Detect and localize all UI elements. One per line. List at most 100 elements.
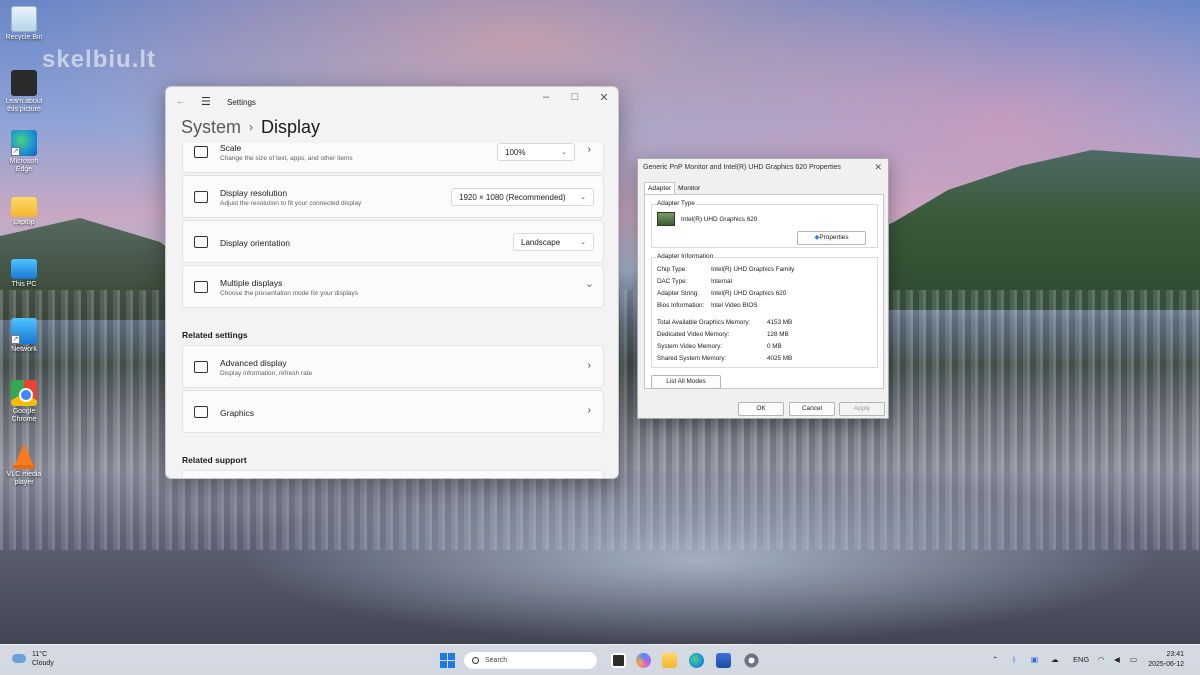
edge-icon[interactable] xyxy=(689,653,704,668)
desktop-icon-recycle-bin[interactable]: Recycle Bin xyxy=(2,6,46,42)
adapter-properties-button[interactable]: ◆Properties xyxy=(797,231,866,245)
chevron-up-icon[interactable]: ⌃ xyxy=(992,655,998,664)
dropdown-value: Landscape xyxy=(521,238,561,247)
memory-row: Shared System Memory: 4025 MB xyxy=(657,355,792,362)
tab-adapter[interactable]: Adapter xyxy=(644,182,676,194)
desktop-icon-label: Laptop xyxy=(13,219,35,226)
setting-display-resolution: Display resolution Adjust the resolution… xyxy=(182,175,604,218)
settings-titlebar: ← ☰ Settings – □ ✕ xyxy=(166,87,618,115)
resolution-icon xyxy=(194,191,208,203)
memory-key: Shared System Memory: xyxy=(657,355,727,362)
volume-icon[interactable]: ◀ xyxy=(1114,655,1120,664)
folder-icon xyxy=(11,197,37,217)
setting-display-orientation: Display orientation Landscape ⌄ xyxy=(182,220,604,263)
language-indicator[interactable]: ENG xyxy=(1073,655,1089,664)
desktop-icon-chrome[interactable]: Google Chrome xyxy=(2,380,46,424)
orientation-icon xyxy=(194,236,208,248)
related-settings-heading: Related settings xyxy=(182,330,248,340)
back-arrow-icon[interactable]: ← xyxy=(176,96,186,107)
group-label: Adapter Type xyxy=(656,200,696,207)
monitor-icon xyxy=(11,259,37,279)
list-all-modes-button[interactable]: List All Modes xyxy=(651,375,721,389)
related-support-card[interactable] xyxy=(182,470,604,478)
breadcrumb-system[interactable]: System xyxy=(181,117,241,137)
info-row: Bios Information: Intel Video BIOS xyxy=(657,302,757,309)
scale-icon xyxy=(194,146,208,158)
settings-gear-icon[interactable] xyxy=(744,653,759,668)
desktop-icon-label: Recycle Bin xyxy=(5,34,43,41)
minimize-button[interactable]: – xyxy=(532,91,560,103)
memory-key: System Video Memory: xyxy=(657,343,722,350)
close-icon[interactable]: ✕ xyxy=(874,162,882,173)
setting-title: Graphics xyxy=(220,408,255,418)
copilot-icon[interactable] xyxy=(636,653,651,668)
setting-subtitle: Adjust the resolution to fit your connec… xyxy=(220,200,362,207)
tab-monitor[interactable]: Monitor xyxy=(675,183,703,194)
battery-icon[interactable]: ▭ xyxy=(1130,655,1137,664)
desktop-icon-edge[interactable]: ↗ Microsoft Edge xyxy=(2,130,46,174)
desktop-icon-learn-about-picture[interactable]: Learn about this picture xyxy=(2,70,46,114)
chevron-down-icon: ⌄ xyxy=(580,239,586,246)
store-icon[interactable] xyxy=(716,653,731,668)
desktop-icon-network[interactable]: ↗ Network xyxy=(2,318,46,354)
chevron-right-icon[interactable]: › xyxy=(588,144,591,155)
graphics-icon xyxy=(194,406,208,418)
wifi-icon[interactable]: ◠ xyxy=(1098,655,1105,664)
info-key: DAC Type: xyxy=(657,278,688,285)
hamburger-menu-icon[interactable]: ☰ xyxy=(201,95,211,108)
setting-graphics[interactable]: Graphics › xyxy=(182,390,604,433)
ok-button[interactable]: OK xyxy=(738,402,784,416)
memory-row: System Video Memory: 0 MB xyxy=(657,343,782,350)
setting-multiple-displays[interactable]: Multiple displays Choose the presentatio… xyxy=(182,265,604,308)
info-value: Intel(R) UHD Graphics Family xyxy=(711,266,795,273)
resolution-dropdown[interactable]: 1920 × 1080 (Recommended) ⌄ xyxy=(451,188,594,206)
search-placeholder: Search xyxy=(485,657,508,664)
chevron-down-icon[interactable]: › xyxy=(584,284,595,287)
setting-title: Scale xyxy=(220,143,242,153)
cancel-button[interactable]: Cancel xyxy=(789,402,835,416)
memory-value: 128 MB xyxy=(767,331,789,338)
watermark: skelbiu.lt xyxy=(42,46,157,73)
cloud-sync-icon[interactable]: ☁ xyxy=(1051,655,1059,664)
info-value: Internal xyxy=(711,278,733,285)
desktop-icon-vlc[interactable]: VLC media player xyxy=(2,443,46,487)
task-view-icon[interactable] xyxy=(611,653,626,668)
wallpaper-water xyxy=(0,470,1200,645)
chevron-down-icon: ⌄ xyxy=(561,149,567,156)
file-explorer-icon[interactable] xyxy=(662,653,677,668)
desktop-icon-laptop[interactable]: Laptop xyxy=(2,193,46,227)
setting-advanced-display[interactable]: Advanced display Display information, re… xyxy=(182,345,604,388)
scale-dropdown[interactable]: 100% ⌄ xyxy=(497,143,575,161)
adapter-info-group: Adapter Information Chip Type: Intel(R) U… xyxy=(651,253,878,368)
taskbar-search[interactable]: Search xyxy=(463,651,598,670)
info-row: DAC Type: Internal xyxy=(657,278,732,285)
adapter-properties-dialog: Generic PnP Monitor and Intel(R) UHD Gra… xyxy=(637,158,889,419)
windows-logo-icon xyxy=(440,653,447,660)
word-icon[interactable]: ▣ xyxy=(1031,655,1038,664)
start-button[interactable] xyxy=(440,653,455,668)
dialog-tabs: Adapter Monitor xyxy=(644,182,703,194)
close-button[interactable]: ✕ xyxy=(590,91,618,104)
clock-time: 23:41 xyxy=(1166,651,1184,658)
desktop-icon-this-pc[interactable]: This PC xyxy=(2,255,46,289)
setting-title: Display orientation xyxy=(220,238,290,248)
apply-button[interactable]: Apply xyxy=(839,402,885,416)
info-value: Intel Video BIOS xyxy=(711,302,758,309)
bluetooth-icon[interactable]: ᛒ xyxy=(1012,655,1017,664)
clock[interactable]: 23:41 2025-06-12 xyxy=(1148,650,1184,670)
setting-subtitle: Change the size of text, apps, and other… xyxy=(220,155,353,162)
maximize-button[interactable]: □ xyxy=(561,91,589,103)
desktop-icon-label: Microsoft Edge xyxy=(9,158,39,173)
group-label: Adapter Information xyxy=(656,253,715,260)
settings-content: Scale Change the size of text, apps, and… xyxy=(166,143,618,478)
dropdown-value: 1920 × 1080 (Recommended) xyxy=(459,193,566,202)
adapter-type-group: Adapter Type Intel(R) UHD Graphics 620 ◆… xyxy=(651,200,878,248)
dialog-title: Generic PnP Monitor and Intel(R) UHD Gra… xyxy=(643,164,841,171)
monitor-icon xyxy=(194,361,208,373)
weather-temperature: 11°C xyxy=(32,651,48,658)
setting-scale[interactable]: Scale Change the size of text, apps, and… xyxy=(182,143,604,173)
shortcut-arrow-icon: ↗ xyxy=(11,147,20,156)
chrome-icon xyxy=(11,380,37,406)
wallpaper-mountain-right xyxy=(840,150,1200,310)
orientation-dropdown[interactable]: Landscape ⌄ xyxy=(513,233,594,251)
